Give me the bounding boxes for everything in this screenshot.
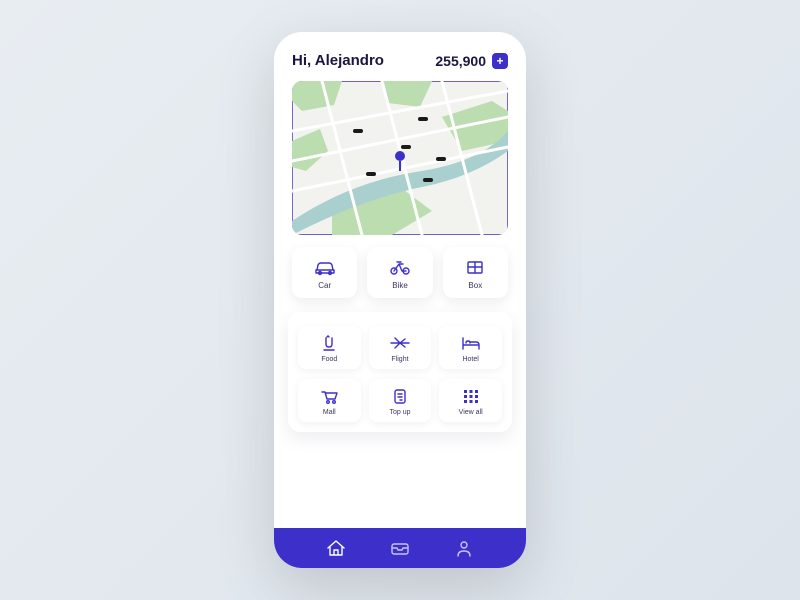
transport-car-button[interactable]: Car <box>292 247 357 298</box>
transport-row: Car Bike Box <box>274 235 526 306</box>
car-icon <box>313 257 337 277</box>
header: Hi, Alejandro 255,900 + <box>274 32 526 81</box>
greeting-text: Hi, Alejandro <box>292 52 384 69</box>
service-label: Top up <box>389 409 410 416</box>
box-icon <box>463 257 487 277</box>
grid-icon <box>460 387 482 405</box>
points-balance: 255,900 + <box>435 53 508 69</box>
service-food-button[interactable]: Food <box>298 326 361 369</box>
service-label: Flight <box>391 356 408 363</box>
flight-icon <box>389 334 411 352</box>
service-label: Food <box>321 356 337 363</box>
bike-icon <box>388 257 412 277</box>
topup-icon <box>389 387 411 405</box>
inbox-icon <box>389 537 411 559</box>
nav-inbox-button[interactable] <box>389 537 411 559</box>
nav-home-button[interactable] <box>325 537 347 559</box>
home-icon <box>325 537 347 559</box>
service-label: View all <box>459 409 483 416</box>
nav-profile-button[interactable] <box>453 537 475 559</box>
transport-label: Car <box>318 281 331 290</box>
service-viewall-button[interactable]: View all <box>439 379 502 422</box>
service-topup-button[interactable]: Top up <box>369 379 432 422</box>
hotel-icon <box>460 334 482 352</box>
service-label: Hotel <box>462 356 478 363</box>
bottom-nav <box>274 528 526 568</box>
add-points-button[interactable]: + <box>492 53 508 69</box>
transport-label: Box <box>468 281 482 290</box>
user-location-pin <box>395 151 405 161</box>
service-label: Mall <box>323 409 336 416</box>
services-panel: Food Flight Hotel Mall Top up <box>288 312 512 432</box>
points-value: 255,900 <box>435 53 486 69</box>
transport-box-button[interactable]: Box <box>443 247 508 298</box>
service-flight-button[interactable]: Flight <box>369 326 432 369</box>
transport-label: Bike <box>392 281 408 290</box>
food-icon <box>318 334 340 352</box>
map-view[interactable] <box>292 81 508 235</box>
mall-icon <box>318 387 340 405</box>
service-mall-button[interactable]: Mall <box>298 379 361 422</box>
service-hotel-button[interactable]: Hotel <box>439 326 502 369</box>
profile-icon <box>453 537 475 559</box>
transport-bike-button[interactable]: Bike <box>367 247 432 298</box>
phone-frame: Hi, Alejandro 255,900 + <box>274 32 526 568</box>
